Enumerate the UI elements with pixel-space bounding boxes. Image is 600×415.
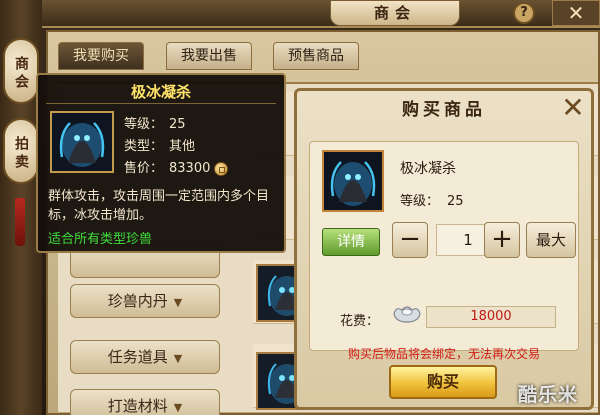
skill-icon [50,111,114,173]
dialog-item-level: 等级： 25 [400,190,464,209]
dialog-title: 购买商品 [402,100,486,120]
tooltip-level: 等级： 25 [124,113,186,132]
details-button[interactable]: 详情 [322,228,380,256]
tooltip-type: 类型： 其他 [124,135,195,154]
chevron-down-icon: ▼ [173,296,183,309]
silver-ingot-icon [392,302,422,324]
bind-warning: 购买后物品将会绑定，无法再次交易 [347,347,540,361]
buy-dialog: 购买商品 ✕ 极冰凝杀 等级： 25 详情 − 1 + 最大 花费： 18000 … [294,88,594,410]
type-value: 其他 [169,139,196,154]
category-label: 珍兽内丹 [107,292,168,310]
game-screen: 商会 ? ✕ 商会 拍卖 我要购买 我要出售 预售商品 珍兽内丹 ▼ 任务道具 ▼ … [0,0,600,415]
chevron-down-icon: ▼ [173,352,183,365]
increase-quantity-button[interactable]: + [484,222,520,258]
side-tab-auction[interactable]: 拍卖 [3,118,39,184]
level-value: 25 [169,117,186,132]
price-value: 83300 [169,161,211,176]
category-label: 任务道具 [107,348,168,366]
category-quest-items[interactable]: 任务道具 ▼ [70,340,220,374]
tooltip-description: 群体攻击，攻击周围一定范围内多个目标，冰攻击增加。 [48,189,270,223]
level-label: 等级： [124,117,164,132]
category-label: 打造材料 [107,397,168,415]
close-window-icon[interactable]: ✕ [552,0,600,26]
category-crafting-materials[interactable]: 打造材料 ▼ [70,389,220,415]
buy-button[interactable]: 购买 [389,365,497,399]
tooltip-suitable: 适合所有类型珍兽 [48,232,153,247]
tab-sell[interactable]: 我要出售 [166,42,252,70]
item-tooltip: 极冰凝杀 等级： 25 类型： 其他 售价： 83300 群体攻击，攻击周围一定范围内… [36,73,286,253]
dialog-item-name: 极冰凝杀 [400,161,456,177]
level-value: 25 [447,194,464,209]
level-label: 等级： [400,194,440,209]
chevron-down-icon: ▼ [173,401,183,414]
side-tab-commerce[interactable]: 商会 [3,38,39,104]
skill-icon [322,150,384,212]
price-label: 售价： [124,161,164,176]
divider [46,103,276,104]
tab-buy[interactable]: 我要购买 [58,42,144,70]
category-pet-core[interactable]: 珍兽内丹 ▼ [70,284,220,318]
help-icon[interactable]: ? [513,2,535,24]
max-quantity-button[interactable]: 最大 [526,222,576,258]
tooltip-title: 极冰凝杀 [130,83,191,101]
dialog-close-icon[interactable]: ✕ [559,94,587,123]
copper-coin-icon [214,161,229,176]
cost-value: 18000 [426,306,556,328]
cost-label: 花费： [340,314,380,329]
watermark: 酷乐米 [518,384,579,406]
tooltip-price: 售价： 83300 [124,157,229,176]
tab-presale[interactable]: 预售商品 [273,42,359,70]
tassel-ornament [15,198,25,246]
decrease-quantity-button[interactable]: − [392,222,428,258]
dialog-content: 极冰凝杀 等级： 25 详情 − 1 + 最大 花费： 18000 [309,141,579,351]
window-title: 商会 [330,0,460,26]
type-label: 类型： [124,139,164,154]
